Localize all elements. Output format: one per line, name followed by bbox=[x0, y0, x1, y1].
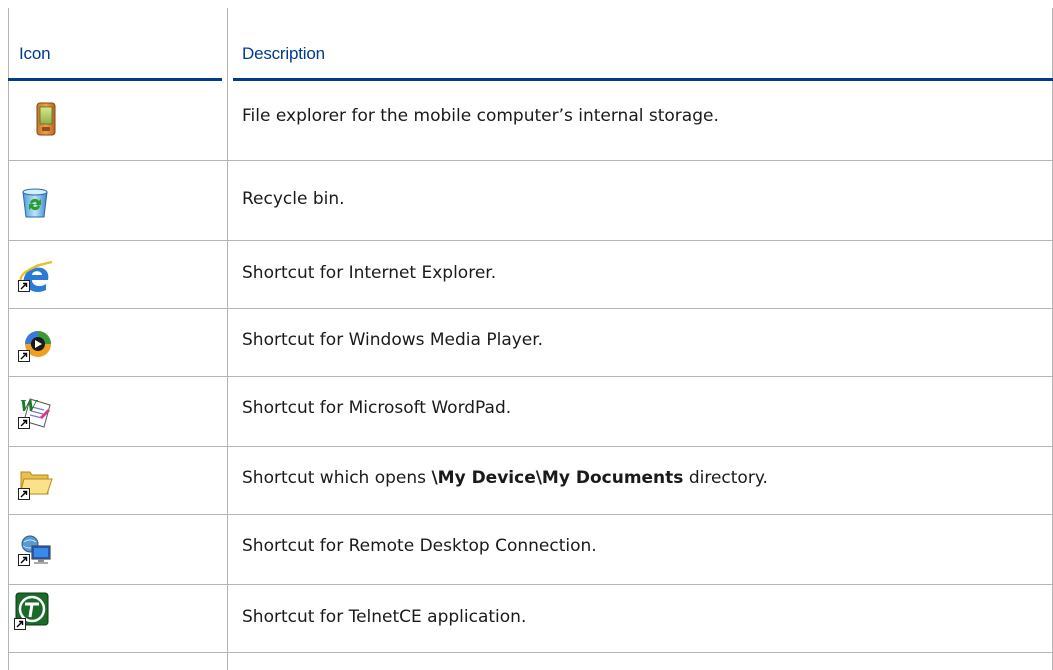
row-description: File explorer for the mobile computer’s … bbox=[242, 106, 719, 126]
table-row: Shortcut which opens \My Device\My Docum… bbox=[0, 446, 1053, 514]
internet-explorer-icon bbox=[18, 258, 53, 292]
table-row: Shortcut for Remote Desktop Connection. bbox=[0, 514, 1053, 584]
svg-text:W: W bbox=[20, 397, 39, 415]
header-description-label: Description bbox=[242, 44, 325, 63]
row-description-suffix: directory. bbox=[683, 468, 768, 488]
row-description: Shortcut for TelnetCE application. bbox=[242, 607, 527, 627]
row-description: Shortcut for Windows Media Player. bbox=[242, 330, 544, 350]
directory-path: \My Device\My Documents bbox=[431, 468, 684, 488]
table-row: Recycle bin. bbox=[0, 160, 1053, 240]
shortcut-arrow-icon bbox=[18, 488, 30, 500]
shortcut-arrow-icon bbox=[18, 350, 30, 362]
row-description: Shortcut which opens \My Device\My Docum… bbox=[242, 468, 1043, 488]
shortcut-arrow-icon bbox=[18, 554, 30, 566]
row-description: Shortcut for Microsoft WordPad. bbox=[242, 398, 512, 418]
row-description: Shortcut for Remote Desktop Connection. bbox=[242, 536, 597, 556]
table-row: Shortcut for Internet Explorer. bbox=[0, 240, 1053, 308]
row-description-prefix: Shortcut which opens bbox=[242, 468, 432, 488]
icon-description-table: Icon Description File explorer for the m… bbox=[0, 0, 1053, 670]
table-row: Shortcut for TelnetCE application. bbox=[0, 584, 1053, 670]
pda-device-icon bbox=[30, 101, 62, 136]
telnetce-icon bbox=[14, 591, 50, 631]
windows-media-player-icon bbox=[18, 328, 51, 362]
row-description: Shortcut for Internet Explorer. bbox=[242, 263, 497, 283]
header-icon-label: Icon bbox=[19, 44, 51, 63]
row-description: Recycle bin. bbox=[242, 189, 345, 209]
shortcut-arrow-icon bbox=[18, 280, 30, 292]
shortcut-arrow-icon bbox=[14, 618, 26, 630]
wordpad-icon: W bbox=[18, 395, 51, 429]
recycle-bin-icon bbox=[18, 186, 50, 218]
table-row: File explorer for the mobile computer’s … bbox=[0, 81, 1053, 160]
remote-desktop-icon bbox=[18, 532, 51, 566]
table-row: Shortcut for Windows Media Player. bbox=[0, 308, 1053, 376]
folder-icon bbox=[18, 466, 53, 500]
shortcut-arrow-icon bbox=[18, 417, 30, 429]
table-row: W Shortcut for Microsoft WordPad. bbox=[0, 376, 1053, 446]
